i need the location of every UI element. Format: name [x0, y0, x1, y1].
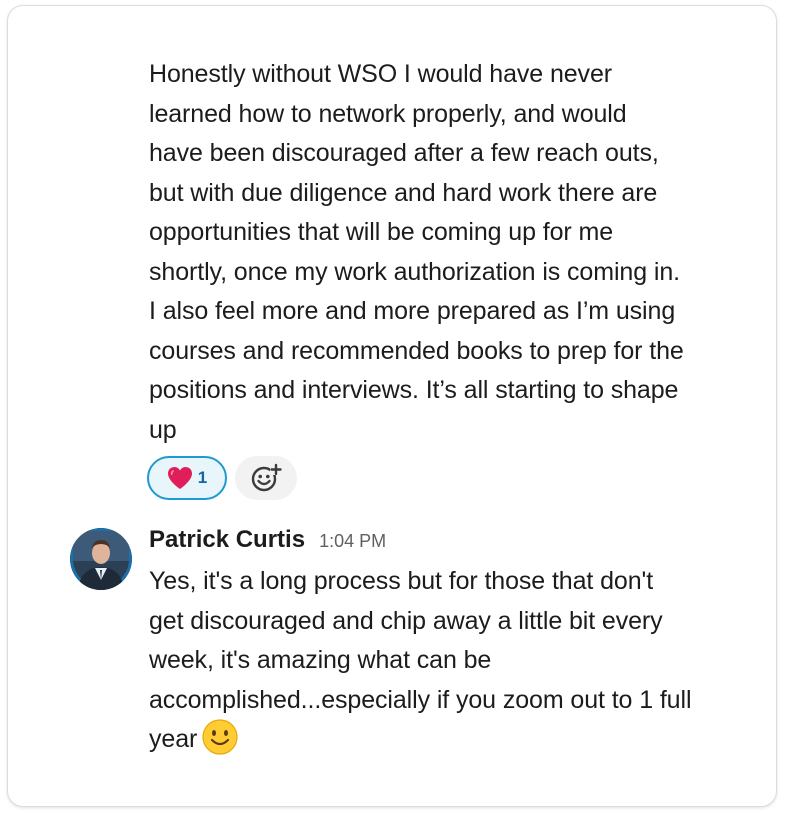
message-thread-card: Honestly without WSO I would have never … — [7, 5, 777, 807]
add-emoji-icon — [251, 463, 282, 492]
reaction-count: 1 — [197, 468, 208, 487]
message-timestamp[interactable]: 1:04 PM — [319, 531, 386, 552]
message-text: Honestly without WSO I would have never … — [149, 60, 684, 444]
reaction-bar: 1 — [147, 456, 297, 500]
message-text: Yes, it's a long process but for those t… — [149, 562, 749, 760]
user-photo-icon — [70, 528, 132, 590]
heart-reaction-button[interactable]: 1 — [147, 456, 227, 500]
slightly-smiling-face-icon — [202, 719, 238, 755]
add-reaction-button[interactable] — [235, 456, 297, 500]
avatar[interactable] — [70, 528, 132, 590]
author-name[interactable]: Patrick Curtis — [149, 526, 305, 554]
heart-icon — [167, 467, 192, 489]
message-header: Patrick Curtis 1:04 PM — [149, 526, 386, 554]
